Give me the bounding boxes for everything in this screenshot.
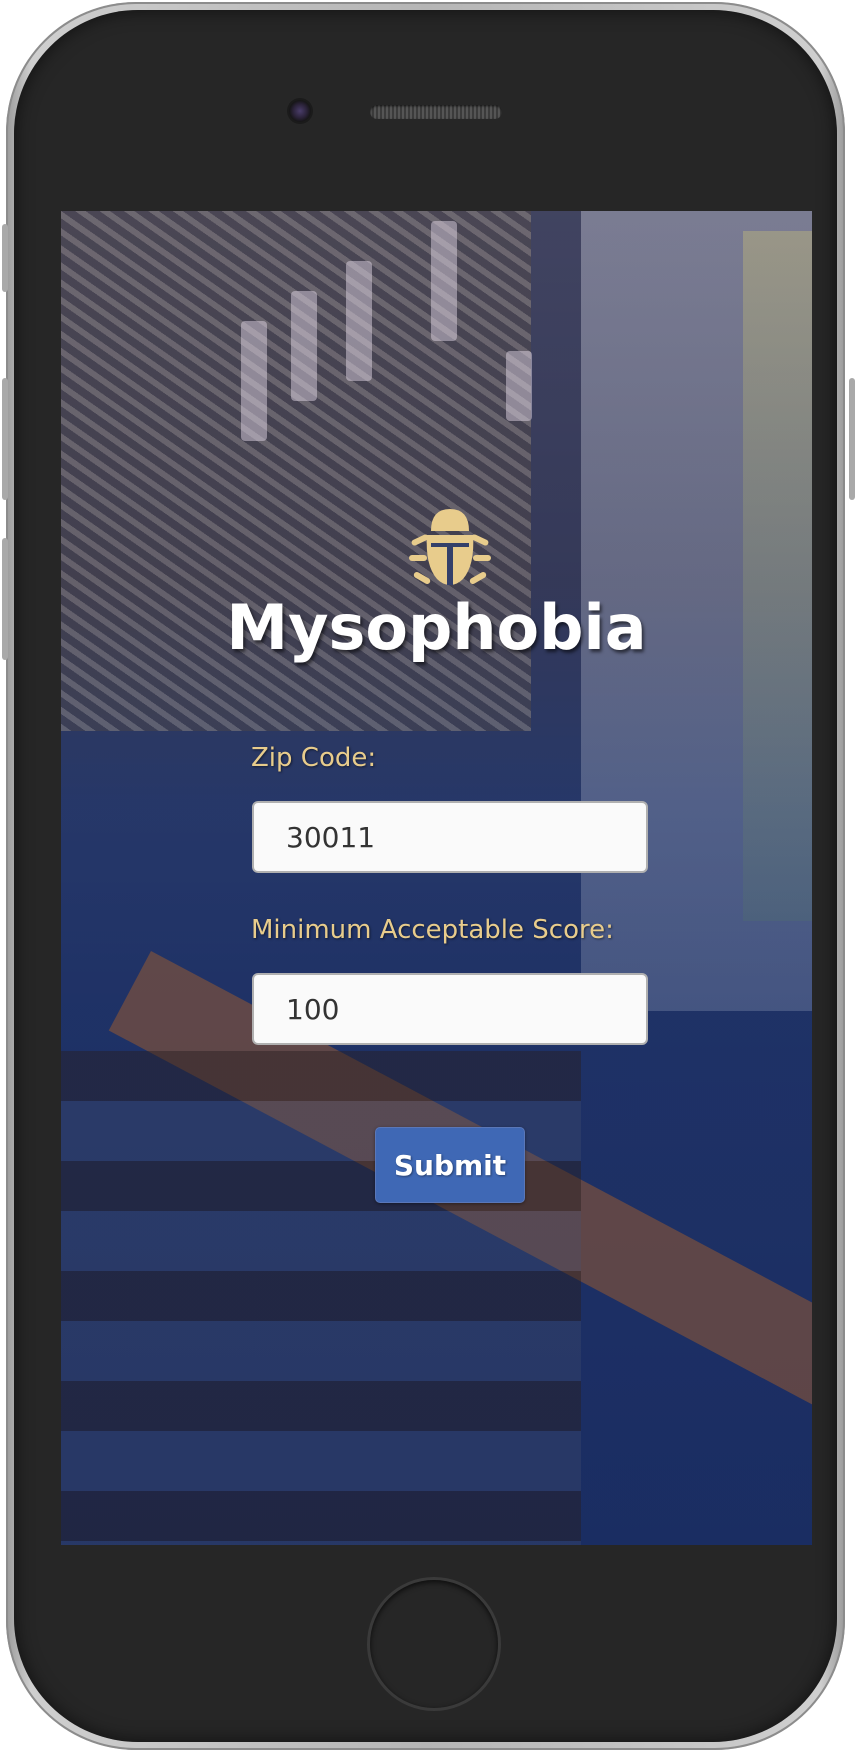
volume-down-button: [2, 538, 8, 660]
front-camera-icon: [289, 100, 311, 122]
app-title: Mysophobia: [226, 591, 647, 664]
min-score-input[interactable]: [252, 973, 648, 1045]
phone-frame: Mysophobia Zip Code: Minimum Acceptable …: [2, 2, 855, 1750]
zip-code-input[interactable]: [252, 801, 648, 873]
submit-button[interactable]: Submit: [375, 1127, 525, 1203]
min-score-label: Minimum Acceptable Score:: [251, 915, 614, 945]
earpiece-speaker: [370, 105, 502, 119]
bug-icon: [409, 509, 491, 585]
main-content: Mysophobia Zip Code: Minimum Acceptable …: [61, 211, 812, 1545]
app-screen: Mysophobia Zip Code: Minimum Acceptable …: [61, 211, 812, 1545]
power-button: [849, 378, 855, 500]
zip-code-label: Zip Code:: [251, 743, 377, 773]
mute-switch: [2, 224, 8, 292]
volume-up-button: [2, 378, 8, 500]
home-button[interactable]: [370, 1580, 498, 1708]
